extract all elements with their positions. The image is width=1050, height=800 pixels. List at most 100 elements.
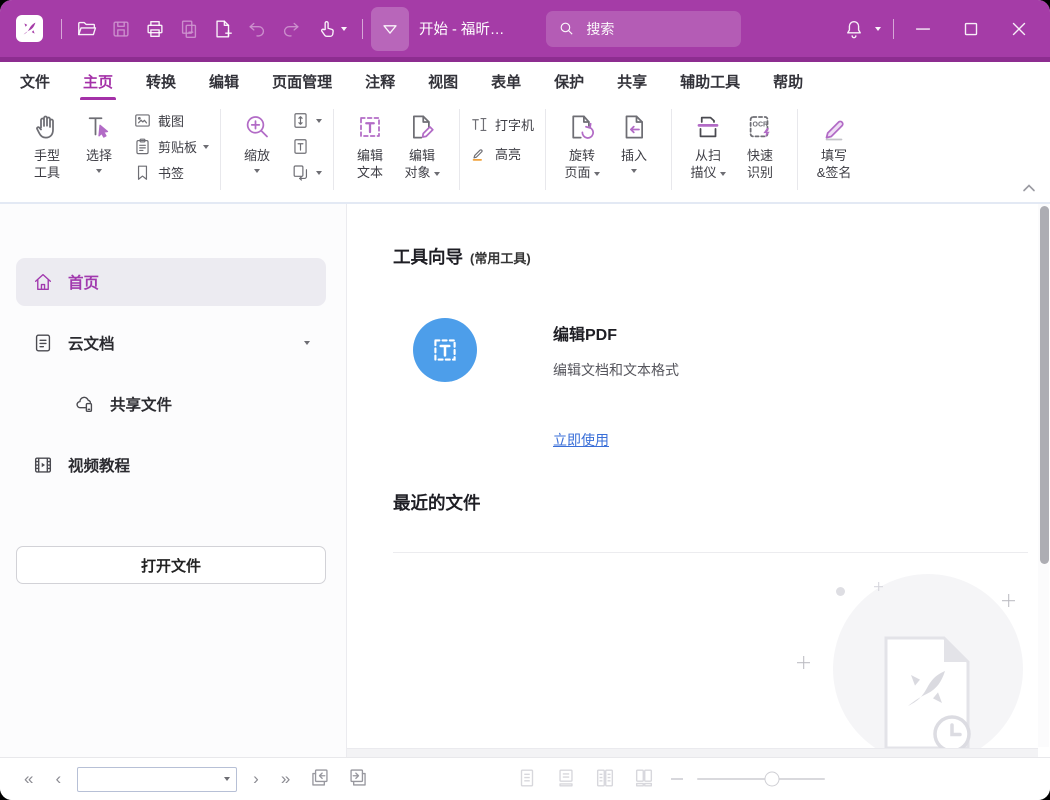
sidebar-item-home[interactable]: 首页 (16, 258, 326, 306)
tab-form[interactable]: 表单 (491, 63, 521, 100)
collapse-ribbon-button[interactable] (1022, 181, 1036, 196)
use-now-link[interactable]: 立即使用 (553, 430, 609, 450)
next-page-button[interactable]: › (247, 769, 265, 789)
fit-text-button[interactable] (291, 137, 322, 156)
ocr-icon: OCR (745, 109, 775, 145)
sidebar-cloud-docs-label: 云文档 (68, 332, 115, 354)
quick-ocr-button[interactable]: OCR 快速 识别 (734, 107, 786, 183)
edit-text-button[interactable]: 编辑 文本 (344, 107, 396, 183)
redo-icon[interactable] (274, 12, 308, 46)
tab-comment[interactable]: 注释 (365, 63, 395, 100)
chevron-down-icon (341, 27, 347, 31)
tab-convert[interactable]: 转换 (146, 63, 176, 100)
continuous-view-button[interactable] (555, 767, 577, 792)
minimize-button[interactable] (906, 12, 940, 46)
zoom-slider-handle[interactable] (764, 772, 779, 787)
tab-share[interactable]: 共享 (617, 63, 647, 100)
last-page-button[interactable]: » (275, 769, 296, 789)
scanner-icon (693, 109, 723, 145)
typewriter-button[interactable]: 打字机 (470, 115, 534, 134)
first-page-button[interactable]: « (18, 769, 39, 789)
fit-page-button[interactable] (291, 111, 322, 130)
select-tool-button[interactable]: 选择 (73, 107, 125, 175)
zoom-button[interactable]: 缩放 (231, 107, 283, 175)
edit-text-icon (429, 334, 461, 366)
open-file-icon[interactable] (70, 12, 104, 46)
vertical-scrollbar-thumb[interactable] (1040, 206, 1049, 564)
close-button[interactable] (1002, 12, 1036, 46)
ribbon-group-pages: 旋转 页面 插入 (545, 103, 671, 202)
zoom-icon (242, 109, 272, 145)
touch-mode-icon[interactable] (308, 12, 354, 46)
clipboard-label: 剪贴板 (158, 137, 197, 156)
save-icon[interactable] (104, 12, 138, 46)
facing-view-button[interactable] (594, 767, 616, 792)
ribbon-mode-toggle[interactable] (371, 7, 409, 51)
chevron-down-icon[interactable] (875, 27, 881, 31)
maximize-button[interactable] (954, 12, 988, 46)
sidebar-item-cloud-docs[interactable]: 云文档 (16, 319, 326, 367)
next-view-button[interactable] (343, 767, 374, 791)
zoom-label: 缩放 (244, 148, 270, 163)
tab-protect[interactable]: 保护 (554, 63, 584, 100)
search-box[interactable] (546, 11, 741, 47)
tab-file[interactable]: 文件 (20, 63, 50, 100)
window-title: 开始 - 福昕… (419, 18, 504, 39)
single-page-view-button[interactable] (516, 767, 538, 792)
ribbon-group-zoom: 缩放 (220, 103, 333, 202)
rotate-pages-label: 旋转 页面 (565, 148, 596, 180)
highlight-label: 高亮 (495, 144, 521, 163)
page-number-box[interactable] (77, 767, 237, 792)
sidebar-item-shared-files[interactable]: 共享文件 (16, 380, 326, 428)
titlebar: 开始 - 福昕… (0, 0, 1050, 62)
print-icon[interactable] (138, 12, 172, 46)
zoom-slider[interactable] (697, 778, 825, 781)
sidebar-item-video-tutorials[interactable]: 视频教程 (16, 441, 326, 489)
previous-view-button[interactable] (304, 767, 335, 791)
reflow-button[interactable] (291, 163, 322, 182)
titlebar-separator (362, 19, 363, 39)
from-scanner-button[interactable]: 从扫 描仪 (682, 107, 734, 183)
edit-text-icon (355, 109, 385, 145)
tab-help[interactable]: 帮助 (773, 63, 803, 100)
chevron-down-icon[interactable] (304, 341, 310, 345)
facing-continuous-view-button[interactable] (633, 767, 655, 792)
tab-view[interactable]: 视图 (428, 63, 458, 100)
clipboard-button[interactable]: 剪贴板 (133, 137, 209, 156)
select-label: 选择 (86, 148, 112, 163)
paste-icon[interactable] (172, 12, 206, 46)
rotate-pages-button[interactable]: 旋转 页面 (556, 107, 608, 183)
insert-pages-button[interactable]: 插入 (608, 107, 660, 175)
search-input[interactable] (584, 20, 714, 38)
fill-sign-button[interactable]: 填写 &签名 (808, 107, 860, 183)
previous-page-button[interactable]: ‹ (49, 769, 67, 789)
notifications-bell-icon[interactable] (837, 12, 871, 46)
snapshot-icon (133, 111, 152, 130)
edit-pdf-card[interactable]: 编辑PDF 编辑文档和文本格式 (393, 318, 1050, 382)
open-file-button[interactable]: 打开文件 (16, 546, 326, 584)
edit-object-button[interactable]: 编辑 对象 (396, 107, 448, 183)
hand-tool-button[interactable]: 手型 工具 (21, 107, 73, 183)
undo-icon[interactable] (240, 12, 274, 46)
tab-accessibility[interactable]: 辅助工具 (680, 63, 740, 100)
sparkle-plus-icon (874, 582, 883, 591)
tab-home[interactable]: 主页 (83, 63, 113, 100)
horizontal-scrollbar[interactable] (347, 748, 1038, 757)
fit-text-icon (291, 137, 310, 156)
tab-organize[interactable]: 页面管理 (272, 63, 332, 100)
chevron-down-icon (316, 119, 322, 123)
highlight-button[interactable]: 高亮 (470, 144, 534, 163)
tool-wizard-title: 工具向导 (393, 244, 463, 269)
new-document-icon[interactable] (206, 12, 240, 46)
bookmark-button[interactable]: 书签 (133, 163, 209, 182)
watermark-document-icon (878, 634, 974, 757)
snapshot-button[interactable]: 截图 (133, 111, 209, 130)
bookmark-icon (133, 163, 152, 182)
zoom-out-button[interactable] (671, 778, 683, 780)
chevron-down-icon (254, 169, 260, 173)
next-view-icon (348, 767, 369, 788)
insert-pages-label: 插入 (621, 148, 647, 163)
page-number-input[interactable] (77, 767, 237, 792)
content-area: 首页 云文档 共享文件 视频教程 打开文件 工具向导 (常用工具) (0, 204, 1050, 757)
tab-edit[interactable]: 编辑 (209, 63, 239, 100)
